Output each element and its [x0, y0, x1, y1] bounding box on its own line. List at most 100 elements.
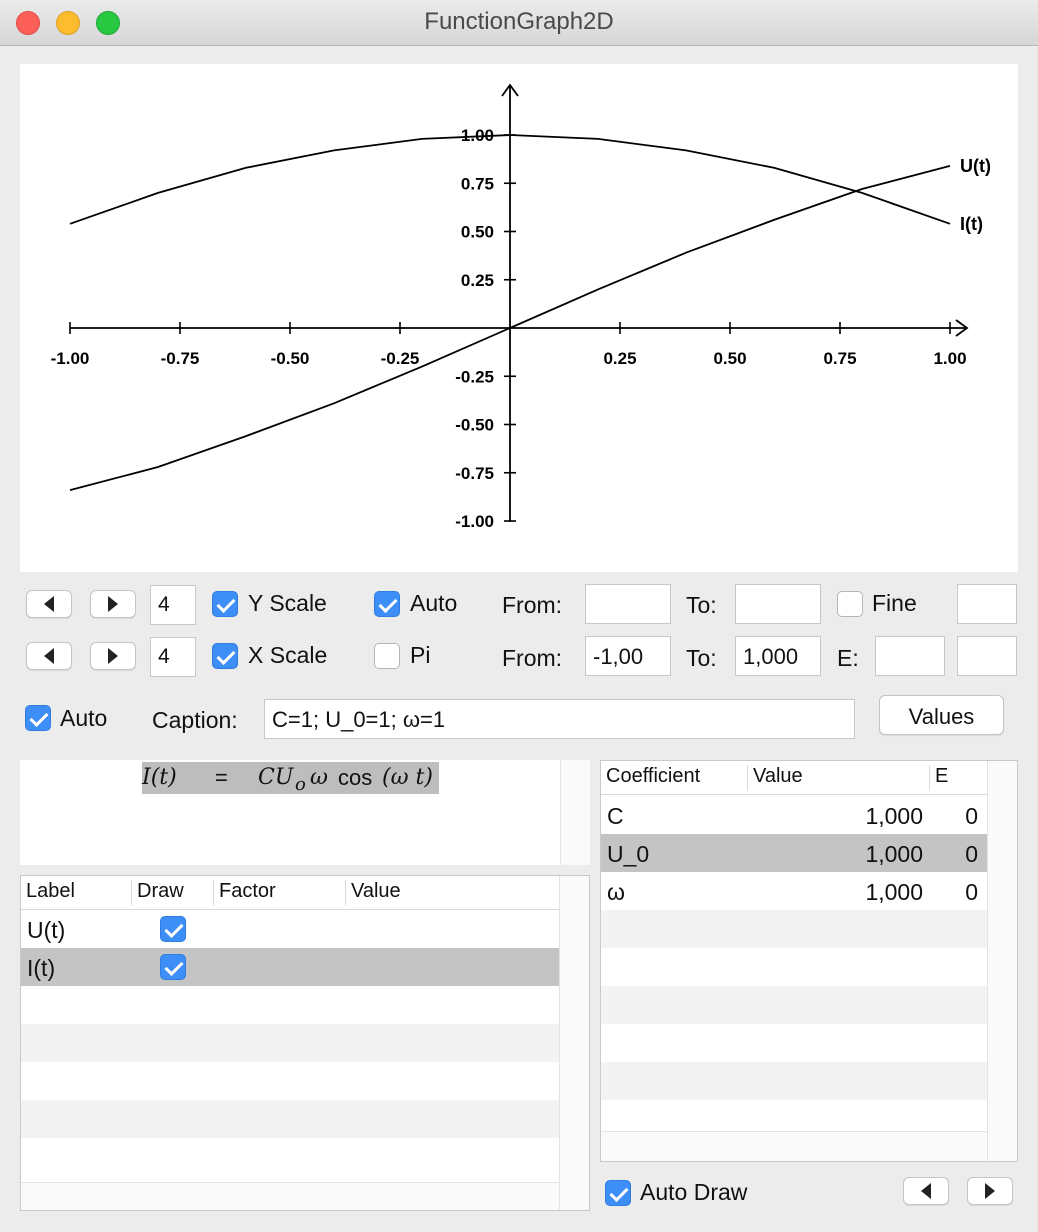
x-from-label: From:	[502, 645, 563, 671]
x-scale-decrease-button[interactable]	[26, 642, 72, 670]
column-header-coefficient[interactable]: Coefficient	[601, 765, 747, 791]
y-tick-label: -0.25	[455, 367, 494, 386]
empty-row	[21, 1138, 559, 1176]
draw-checkbox[interactable]	[160, 954, 186, 980]
y-auto-checkbox[interactable]	[374, 591, 400, 617]
empty-row	[601, 986, 987, 1024]
column-header-draw[interactable]: Draw	[131, 880, 213, 906]
window-title: FunctionGraph2D	[424, 8, 614, 35]
x-scale-steps-field[interactable]: 4	[150, 637, 196, 677]
formula-coef: CU	[258, 765, 294, 790]
formula-omega: ω	[310, 765, 328, 790]
y-scale-decrease-button[interactable]	[26, 590, 72, 618]
series-label: I(t)	[960, 214, 983, 234]
step-forward-button[interactable]	[967, 1177, 1013, 1205]
coef-value: 1,000	[865, 879, 923, 905]
draw-checkbox[interactable]	[160, 916, 186, 942]
auto-draw-label: Auto Draw	[640, 1179, 748, 1205]
coefficient-table-header: Coefficient Value E	[601, 761, 987, 795]
column-header-e[interactable]: E	[929, 765, 985, 791]
table-row[interactable]: C 1,000 0	[601, 796, 987, 834]
y-to-field[interactable]	[735, 584, 821, 624]
curves-table: Label Draw Factor Value U(t) I(t)	[20, 875, 590, 1211]
column-header-factor[interactable]: Factor	[213, 880, 345, 906]
right-arrow-icon	[985, 1183, 995, 1199]
x-scale-checkbox[interactable]	[212, 643, 238, 669]
curves-table-hscrollbar[interactable]	[21, 1182, 559, 1210]
caption-label: Caption:	[152, 707, 238, 733]
empty-row	[21, 1100, 559, 1138]
y-tick-label: 0.50	[461, 223, 494, 242]
table-row[interactable]: U_0 1,000 0	[601, 834, 987, 872]
y-tick-label: -0.75	[455, 464, 494, 483]
graph-canvas: -1.00 -0.75 -0.50 -0.25 0.25 0.50 0.75 1.00 1.00…	[20, 64, 1018, 572]
formula-lhs: I(t)	[142, 765, 177, 790]
y-tick-label: -1.00	[455, 512, 494, 531]
x-scale-label: X Scale	[248, 642, 328, 668]
values-button[interactable]: Values	[879, 695, 1004, 735]
y-auto-label: Auto	[410, 590, 458, 616]
y-scale-increase-button[interactable]	[90, 590, 136, 618]
auto-draw-checkbox[interactable]	[605, 1180, 631, 1206]
series-label: U(t)	[960, 156, 991, 176]
e-label: E:	[837, 645, 859, 671]
x-to-label: To:	[686, 645, 717, 671]
coefficient-table-vscrollbar[interactable]	[987, 761, 1017, 1161]
fine-checkbox[interactable]	[837, 591, 863, 617]
pi-label: Pi	[410, 642, 431, 668]
caption-auto-checkbox[interactable]	[25, 705, 51, 731]
curves-table-vscrollbar[interactable]	[559, 876, 589, 1210]
y-to-label: To:	[686, 592, 717, 618]
pi-checkbox[interactable]	[374, 643, 400, 669]
coef-value: 1,000	[865, 841, 923, 867]
y-tick-label: 0.25	[461, 271, 494, 290]
formula-display: I(t) = CU o ω cos (ω t)	[142, 762, 439, 795]
x-tick-label: 0.50	[713, 349, 746, 368]
empty-row	[601, 1024, 987, 1062]
x-tick-label: 0.25	[603, 349, 636, 368]
y-from-label: From:	[502, 592, 563, 618]
column-header-label[interactable]: Label	[21, 880, 131, 906]
left-arrow-icon	[44, 648, 54, 664]
y-scale-label: Y Scale	[248, 590, 327, 616]
coef-exponent: 0	[965, 841, 978, 867]
x-scale-increase-button[interactable]	[90, 642, 136, 670]
x-to-field[interactable]: 1,000	[735, 636, 821, 676]
empty-row	[601, 910, 987, 948]
x-tick-label: -1.00	[51, 349, 90, 368]
table-row[interactable]: I(t)	[21, 948, 559, 986]
function-graph: -1.00 -0.75 -0.50 -0.25 0.25 0.50 0.75 1.001.00…	[51, 83, 991, 531]
curves-table-header: Label Draw Factor Value	[21, 876, 559, 910]
table-row[interactable]: ω 1,000 0	[601, 872, 987, 910]
coefficient-table: Coefficient Value E C 1,000 0 U_0 1,000 …	[600, 760, 1018, 1162]
x-from-field[interactable]: -1,00	[585, 636, 671, 676]
formula-subscript: o	[295, 774, 306, 795]
right-arrow-icon	[108, 596, 118, 612]
caption-field[interactable]: C=1; U_0=1; ω=1	[264, 699, 855, 739]
coef-name: U_0	[607, 841, 650, 867]
y-tick-label: -0.50	[455, 416, 494, 435]
empty-row	[601, 1062, 987, 1100]
coefficient-table-hscrollbar[interactable]	[601, 1131, 987, 1161]
y-extra-field[interactable]	[957, 584, 1017, 624]
column-header-value[interactable]: Value	[345, 880, 555, 906]
right-arrow-icon	[108, 648, 118, 664]
x-tick-label: -0.50	[271, 349, 310, 368]
step-back-button[interactable]	[903, 1177, 949, 1205]
x-tick-label: 1.00	[933, 349, 966, 368]
column-header-value[interactable]: Value	[747, 765, 929, 791]
y-scale-checkbox[interactable]	[212, 591, 238, 617]
y-from-field[interactable]	[585, 584, 671, 624]
y-scale-steps-field[interactable]: 4	[150, 585, 196, 625]
formula-func: cos	[338, 765, 373, 790]
table-row[interactable]: U(t)	[21, 910, 559, 948]
formula-scrollbar[interactable]	[560, 760, 590, 865]
empty-row	[21, 1062, 559, 1100]
fine-label: Fine	[872, 590, 917, 616]
x-extra-field[interactable]	[957, 636, 1017, 676]
title-bar: FunctionGraph2D	[0, 0, 1038, 46]
left-arrow-icon	[921, 1183, 931, 1199]
x-tick-label: 0.75	[823, 349, 856, 368]
e-field[interactable]	[875, 636, 945, 676]
coef-exponent: 0	[965, 803, 978, 829]
